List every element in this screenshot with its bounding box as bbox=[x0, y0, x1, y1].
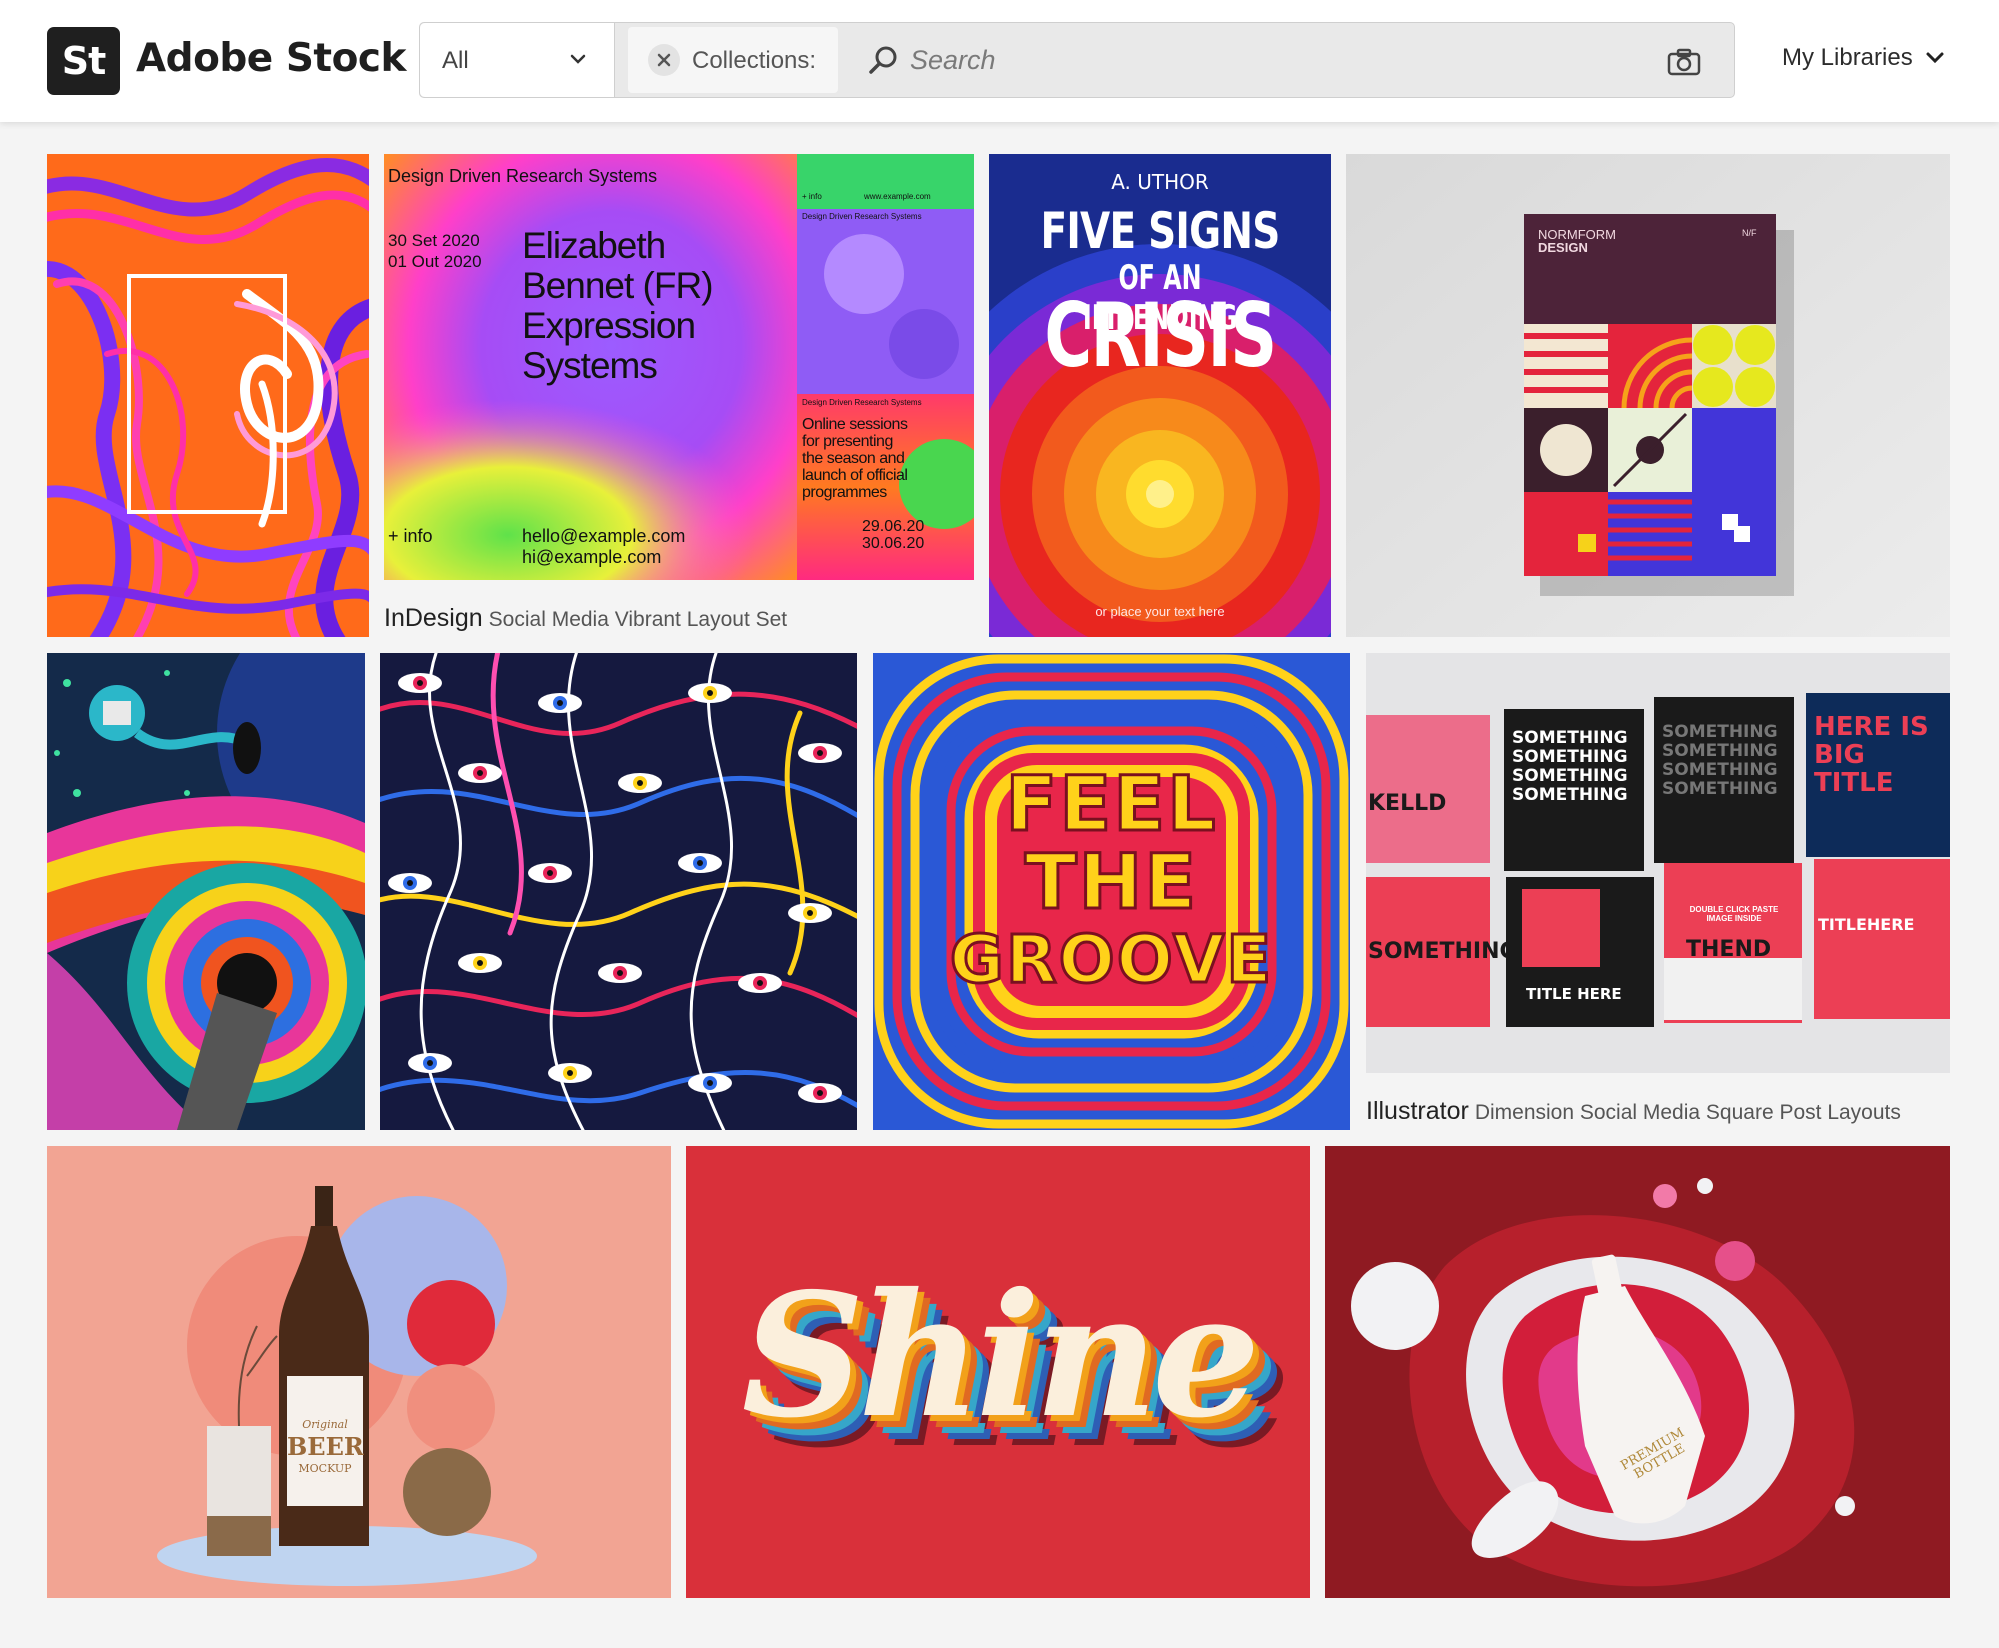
side-text-3: the season and bbox=[802, 450, 905, 467]
scope-dropdown-value: All bbox=[442, 47, 469, 74]
liquid-swirl-image bbox=[47, 154, 369, 637]
collections-chip-label: Collections: bbox=[692, 47, 817, 74]
bottle-mockup-image bbox=[1325, 1146, 1950, 1598]
card-2-line-1: SOMETHING bbox=[1512, 728, 1628, 748]
caption-app: Illustrator bbox=[1366, 1097, 1469, 1125]
card-3-line-4: SOMETHING bbox=[1662, 779, 1778, 799]
image-tile-psychedelic-space[interactable] bbox=[47, 653, 365, 1130]
poster-name-line-4: Systems bbox=[522, 345, 658, 386]
beer-label-3: MOCKUP bbox=[298, 1462, 352, 1475]
poster-info: + info bbox=[388, 526, 433, 546]
card-2-line-4: SOMETHING bbox=[1512, 785, 1628, 805]
normform-title: NORMFORM DESIGN bbox=[1538, 228, 1616, 254]
shine-word: Shine bbox=[741, 1256, 1261, 1456]
groove-line-1: FEEL bbox=[1004, 759, 1218, 848]
side-date-2: 30.06.20 bbox=[862, 535, 925, 552]
card-1-title: KELLD bbox=[1368, 791, 1447, 816]
normform-title-2: DESIGN bbox=[1538, 240, 1588, 255]
poster-date-1: 30 Set 2020 bbox=[388, 231, 480, 250]
poster-dates: 30 Set 2020 01 Out 2020 bbox=[388, 230, 482, 272]
poster-date-2: 01 Out 2020 bbox=[388, 252, 482, 271]
groove-line-3: GROOVE bbox=[948, 920, 1274, 1000]
card-3-line-3: SOMETHING bbox=[1662, 760, 1778, 780]
caption-description: Dimension Social Media Square Post Layou… bbox=[1474, 1101, 1901, 1124]
beer-mockup-image bbox=[47, 1146, 671, 1598]
card-3-title: SOMETHING SOMETHING SOMETHING SOMETHING bbox=[1662, 723, 1778, 799]
crisis-line-1: FIVE SIGNS bbox=[1040, 202, 1280, 260]
groove-line-2: THE bbox=[1023, 837, 1199, 926]
search-input[interactable] bbox=[910, 37, 1510, 83]
scope-dropdown[interactable]: All bbox=[420, 23, 615, 97]
poster-emails: hello@example.com hi@example.com bbox=[522, 526, 685, 568]
card-6-title: TITLE HERE bbox=[1526, 985, 1622, 1003]
image-tile-crisis-poster[interactable]: A. UTHOR FIVE SIGNS OF AN IMPENDING CRIS… bbox=[989, 154, 1331, 637]
image-tile-shine-lettering[interactable]: Shine bbox=[686, 1146, 1310, 1598]
beer-label: Original BEER MOCKUP bbox=[287, 1414, 364, 1480]
card-small-text: DOUBLE CLICK PASTE IMAGE INSIDE bbox=[1689, 905, 1779, 923]
beer-label-2: BEER bbox=[287, 1432, 364, 1461]
normform-poster-image bbox=[1346, 154, 1950, 637]
card-4-title: HERE IS BIG TITLE bbox=[1814, 712, 1929, 798]
side-header-2: Design Driven Research Systems bbox=[802, 398, 922, 407]
app-title[interactable]: Adobe Stock bbox=[136, 36, 406, 81]
my-libraries-dropdown[interactable]: My Libraries bbox=[1782, 44, 1945, 72]
crisis-line-3: CRISIS bbox=[1044, 284, 1277, 387]
chevron-down-icon bbox=[570, 54, 586, 64]
caption-description: Social Media Vibrant Layout Set bbox=[488, 608, 788, 631]
camera-icon[interactable] bbox=[1667, 48, 1701, 76]
collections-filter-chip: Collections: bbox=[628, 27, 838, 93]
side-text-1: Online sessions bbox=[802, 416, 908, 433]
side-text-2: for presenting bbox=[802, 433, 893, 450]
caption-app: InDesign bbox=[384, 604, 483, 632]
poster-name-line-3: Expression bbox=[522, 305, 696, 346]
indesign-caption[interactable]: InDesign Social Media Vibrant Layout Set bbox=[384, 604, 787, 633]
crisis-footer: or place your text here bbox=[1095, 604, 1225, 619]
card-8-title: TITLEHERE bbox=[1818, 915, 1915, 934]
image-tile-eye-pattern[interactable] bbox=[380, 653, 857, 1130]
side-text: Online sessions for presenting the seaso… bbox=[802, 416, 908, 501]
groove-text: FEEL THE GROOVE bbox=[873, 759, 1350, 1000]
poster-name: Elizabeth Bennet (FR) Expression Systems bbox=[522, 225, 714, 386]
search-bar: All Collections: bbox=[419, 22, 1735, 98]
illustrator-caption[interactable]: Illustrator Dimension Social Media Square… bbox=[1366, 1097, 1901, 1126]
side-text-5: programmes bbox=[802, 484, 887, 501]
chevron-down-icon bbox=[1926, 52, 1944, 64]
image-tile-indesign-vibrant-layout[interactable]: Design Driven Research Systems 30 Set 20… bbox=[384, 154, 974, 580]
image-tile-liquid-swirl[interactable] bbox=[47, 154, 369, 637]
side-small-2: www.example.com bbox=[864, 192, 931, 201]
poster-name-line-1: Elizabeth bbox=[522, 225, 666, 266]
side-date-1: 29.06.20 bbox=[862, 518, 925, 535]
top-bar: St Adobe Stock All Collections: Search M… bbox=[0, 0, 1999, 122]
image-tile-bottle-mockup[interactable]: PREMIUM BOTTLE bbox=[1325, 1146, 1950, 1598]
image-tile-illustrator-social-posts[interactable]: KELLD SOMETHING SOMETHING SOMETHING SOME… bbox=[1366, 653, 1950, 1073]
card-2-title: SOMETHING SOMETHING SOMETHING SOMETHING bbox=[1512, 729, 1642, 805]
side-dates: 29.06.20 30.06.20 bbox=[862, 518, 924, 552]
card-3-line-1: SOMETHING bbox=[1662, 722, 1778, 742]
my-libraries-label: My Libraries bbox=[1782, 44, 1913, 71]
image-tile-feel-the-groove[interactable]: FEEL THE GROOVE bbox=[873, 653, 1350, 1130]
close-icon bbox=[657, 53, 671, 67]
poster-email-2: hi@example.com bbox=[522, 547, 662, 567]
image-tile-normform-poster[interactable]: NORMFORM DESIGN N/F bbox=[1346, 154, 1950, 637]
poster-name-line-2: Bennet (FR) bbox=[522, 265, 714, 306]
side-text-4: launch of official bbox=[802, 467, 908, 484]
image-tile-beer-mockup[interactable]: Original BEER MOCKUP bbox=[47, 1146, 671, 1598]
poster-header: Design Driven Research Systems bbox=[388, 166, 658, 186]
search-icon bbox=[869, 46, 897, 74]
side-small-1: + info bbox=[802, 192, 822, 201]
card-5-title: SOMETHING bbox=[1368, 939, 1518, 964]
card-2-line-3: SOMETHING bbox=[1512, 766, 1628, 786]
card-3-line-2: SOMETHING bbox=[1662, 741, 1778, 761]
side-header-1: Design Driven Research Systems bbox=[802, 212, 922, 221]
psychedelic-space-image bbox=[47, 653, 365, 1130]
adobe-stock-logo[interactable]: St bbox=[47, 27, 120, 95]
remove-filter-button[interactable] bbox=[648, 44, 680, 76]
card-7-title: THEND bbox=[1686, 937, 1772, 962]
crisis-author: A. UTHOR bbox=[1111, 170, 1209, 194]
poster-email-1: hello@example.com bbox=[522, 526, 686, 546]
normform-tag: N/F bbox=[1742, 228, 1757, 238]
eye-pattern-image bbox=[380, 653, 857, 1130]
card-2-line-2: SOMETHING bbox=[1512, 747, 1628, 767]
